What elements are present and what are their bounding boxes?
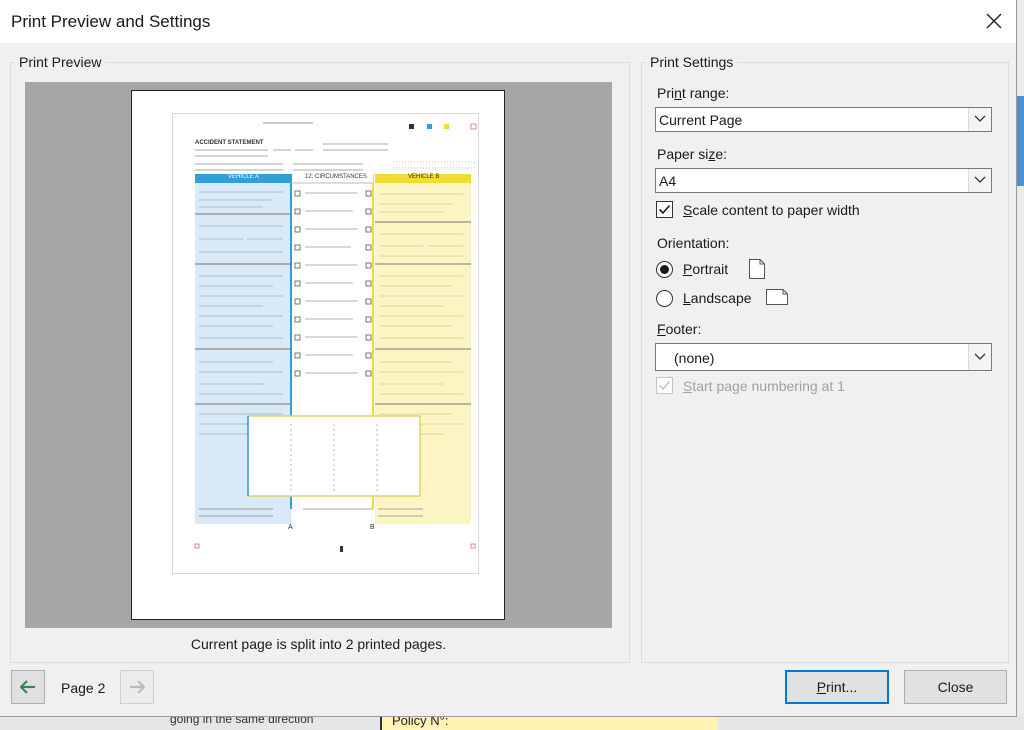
- background-text-left: going in the same direction: [170, 716, 314, 726]
- landscape-page-icon: [766, 289, 788, 305]
- form-corner-b: B: [370, 524, 375, 531]
- paper-size-value: A4: [659, 173, 677, 189]
- close-icon: [986, 13, 1002, 29]
- form-heading: ACCIDENT STATEMENT: [195, 140, 264, 146]
- footer-value: (none): [674, 350, 715, 366]
- footer-select[interactable]: (none): [655, 343, 992, 371]
- checkmark-icon: [658, 204, 671, 215]
- scale-content-checkbox[interactable]: [656, 201, 673, 218]
- chevron-down-icon: [968, 169, 991, 192]
- print-preview-dialog: Print Preview and Settings Print Preview: [0, 0, 1017, 717]
- checkmark-icon: [658, 380, 671, 391]
- landscape-radio[interactable]: [656, 290, 673, 307]
- chevron-down-icon: [968, 344, 991, 370]
- form-vehicle-b-header: VEHICLE B: [408, 174, 440, 180]
- close-button[interactable]: Close: [904, 670, 1007, 704]
- paper-size-label: Paper size:: [657, 146, 728, 162]
- background-text-right: Policy N°:: [392, 716, 449, 728]
- form-page-frame: ACCIDENT STATEMENT VEHICLE A 12. CIRCUMS…: [172, 113, 479, 574]
- paper-size-select[interactable]: A4: [655, 168, 992, 193]
- portrait-radio[interactable]: [656, 261, 673, 278]
- arrow-left-icon: [20, 680, 35, 694]
- print-settings-legend: Print Settings: [646, 54, 738, 70]
- background-app-right-edge: [1016, 0, 1024, 730]
- start-numbering-checkbox[interactable]: [656, 377, 673, 394]
- form-circumstances-header: 12. CIRCUMSTANCES: [305, 174, 367, 180]
- close-window-button[interactable]: [978, 6, 1010, 38]
- chevron-down-icon: [968, 108, 991, 131]
- preview-canvas[interactable]: ACCIDENT STATEMENT VEHICLE A 12. CIRCUMS…: [25, 82, 612, 628]
- start-numbering-label[interactable]: Start page numbering at 1: [683, 378, 845, 394]
- background-scroll-accent: [1016, 96, 1024, 186]
- radio-selected-dot: [660, 265, 669, 274]
- print-preview-legend: Print Preview: [15, 54, 106, 70]
- split-page-message: Current page is split into 2 printed pag…: [190, 636, 447, 652]
- portrait-label[interactable]: Portrait: [683, 261, 728, 277]
- portrait-page-icon: [749, 259, 765, 279]
- arrow-right-icon: [130, 680, 145, 694]
- form-vehicle-a-header: VEHICLE A: [228, 174, 260, 180]
- print-range-label: Print range:: [657, 85, 730, 101]
- preview-page: ACCIDENT STATEMENT VEHICLE A 12. CIRCUMS…: [131, 90, 505, 620]
- footer-label: Footer:: [657, 321, 702, 337]
- window-title: Print Preview and Settings: [11, 12, 211, 31]
- background-app-bottom-edge: going in the same direction Policy N°:: [0, 716, 1024, 730]
- print-range-select[interactable]: Current Page: [655, 107, 992, 132]
- scale-content-label[interactable]: Scale content to paper width: [683, 202, 860, 218]
- landscape-label[interactable]: Landscape: [683, 290, 752, 306]
- accident-form-thumbnail: [194, 122, 477, 552]
- previous-page-button[interactable]: [11, 670, 45, 704]
- title-bar: Print Preview and Settings: [0, 0, 1016, 43]
- print-range-value: Current Page: [659, 112, 743, 128]
- print-button[interactable]: Print...: [785, 670, 889, 704]
- page-indicator: Page 2: [61, 680, 106, 696]
- orientation-label: Orientation:: [657, 235, 730, 251]
- next-page-button[interactable]: [120, 670, 154, 704]
- form-corner-a: A: [288, 524, 293, 531]
